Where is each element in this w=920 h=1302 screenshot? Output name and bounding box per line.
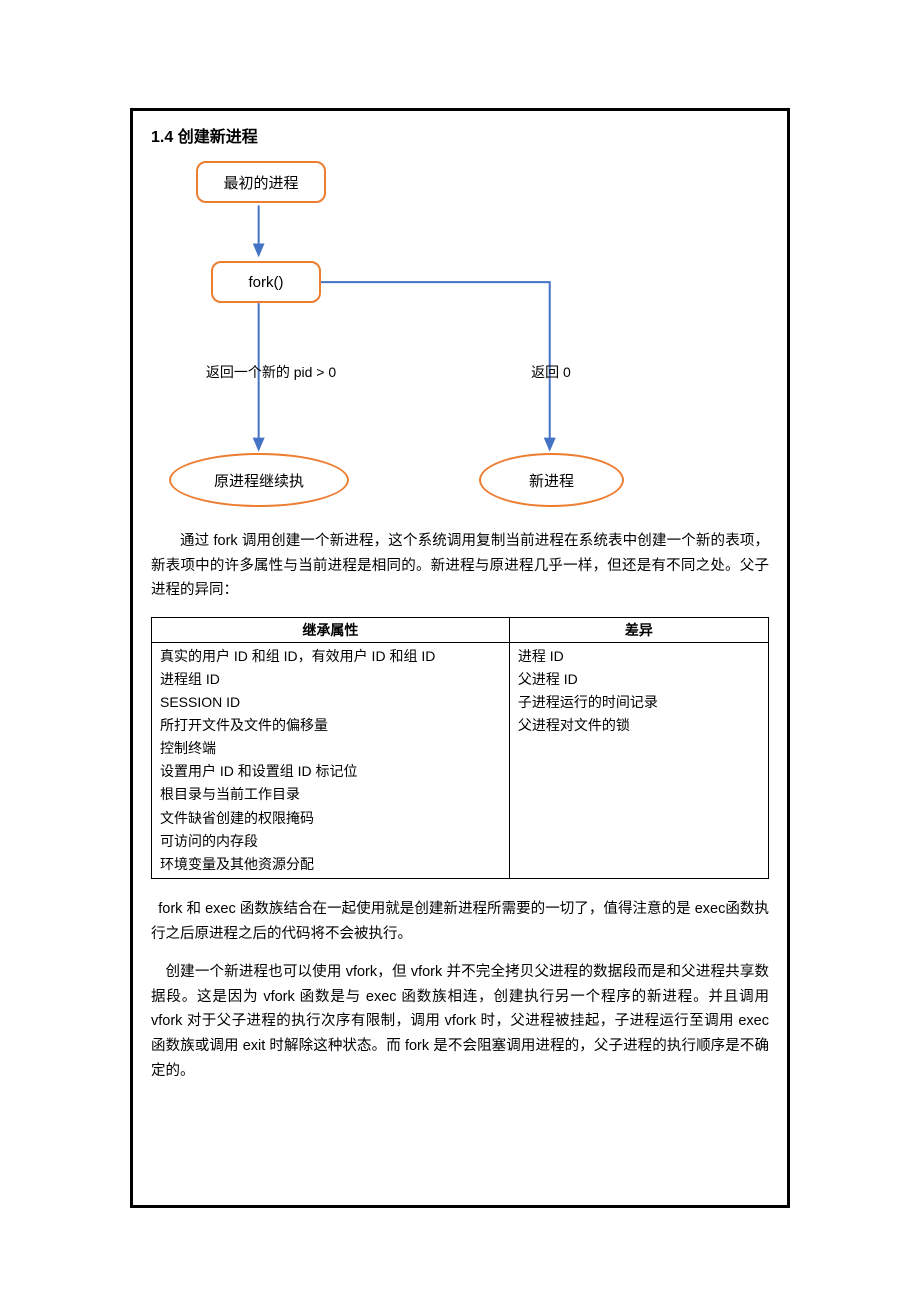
ellipse-original-process: 原进程继续执 [169, 453, 349, 507]
diff-cell: 进程 ID 父进程 ID 子进程运行的时间记录 父进程对文件的锁 [518, 645, 760, 737]
diff-row: 子进程运行的时间记录 [518, 691, 760, 714]
inherit-row: 控制终端 [160, 737, 501, 760]
inherit-row: 环境变量及其他资源分配 [160, 853, 501, 876]
inherit-row: SESSION ID [160, 691, 501, 714]
paragraph-1: 通过 fork 调用创建一个新进程，这个系统调用复制当前进程在系统表中创建一个新… [151, 529, 769, 603]
inherit-row: 所打开文件及文件的偏移量 [160, 714, 501, 737]
fork-diagram: 最初的进程 fork() 返回一个新的 pid > 0 返回 0 原进程继续执 … [151, 155, 769, 515]
inherit-row: 设置用户 ID 和设置组 ID 标记位 [160, 760, 501, 783]
ellipse-original-process-label: 原进程继续执 [214, 470, 304, 491]
inherit-row: 真实的用户 ID 和组 ID，有效用户 ID 和组 ID [160, 645, 501, 668]
inheritance-table: 继承属性 差异 真实的用户 ID 和组 ID，有效用户 ID 和组 ID 进程组… [151, 617, 769, 879]
ellipse-new-process: 新进程 [479, 453, 624, 507]
section-heading: 1.4 创建新进程 [151, 123, 769, 147]
inherit-row: 可访问的内存段 [160, 830, 501, 853]
inherit-row: 根目录与当前工作目录 [160, 783, 501, 806]
paragraph-2: fork 和 exec 函数族结合在一起使用就是创建新进程所需要的一切了，值得注… [151, 897, 769, 946]
inherit-row: 文件缺省创建的权限掩码 [160, 807, 501, 830]
inherit-cell: 真实的用户 ID 和组 ID，有效用户 ID 和组 ID 进程组 ID SESS… [160, 645, 501, 876]
box-fork-label: fork() [249, 274, 284, 291]
th-inherit: 继承属性 [152, 617, 510, 642]
document-page: 1.4 创建新进程 最初的进程 fork() 返回一个新的 pid > 0 返回… [130, 108, 790, 1208]
label-left-branch: 返回一个新的 pid > 0 [181, 362, 361, 382]
box-initial-process: 最初的进程 [196, 161, 326, 203]
paragraph-3: 创建一个新进程也可以使用 vfork，但 vfork 并不完全拷贝父进程的数据段… [151, 960, 769, 1083]
diff-row: 父进程 ID [518, 668, 760, 691]
ellipse-new-process-label: 新进程 [529, 470, 574, 491]
inherit-row: 进程组 ID [160, 668, 501, 691]
th-diff: 差异 [509, 617, 768, 642]
box-initial-process-label: 最初的进程 [223, 172, 298, 193]
diff-row: 父进程对文件的锁 [518, 714, 760, 737]
diff-row: 进程 ID [518, 645, 760, 668]
label-right-branch: 返回 0 [511, 362, 591, 382]
box-fork: fork() [211, 261, 321, 303]
